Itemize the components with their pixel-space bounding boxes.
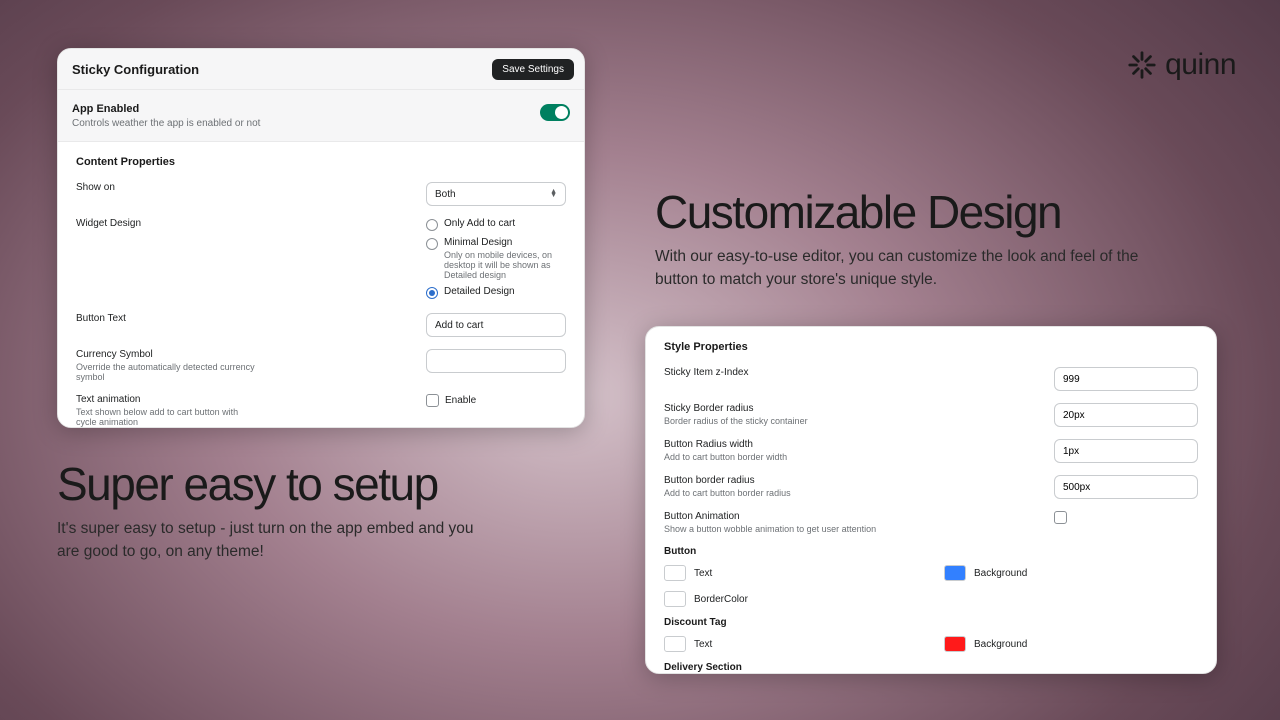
text-animation-checkbox[interactable] <box>426 394 439 407</box>
sticky-configuration-panel: Sticky Configuration Save Settings App E… <box>57 48 585 428</box>
content-properties-section: Content Properties Show on Both ▲▼ Widge… <box>58 142 584 428</box>
show-on-row: Show on Both ▲▼ <box>76 182 566 206</box>
text-animation-desc: Text shown below add to cart button with… <box>76 407 256 427</box>
currency-symbol-desc: Override the automatically detected curr… <box>76 362 256 382</box>
style-properties-panel: Style Properties Sticky Item z-Index Sti… <box>645 326 1217 674</box>
button-radius-width-desc: Add to cart button border width <box>664 452 914 462</box>
button-radius-width-row: Button Radius width Add to cart button b… <box>664 439 1198 463</box>
marketing-right-title: Customizable Design <box>655 188 1185 236</box>
discount-background-color-swatch[interactable] <box>944 636 966 652</box>
discount-background-color-label: Background <box>974 639 1027 650</box>
widget-design-label: Widget Design <box>76 218 266 229</box>
button-border-color-label: BorderColor <box>694 594 748 605</box>
zindex-label: Sticky Item z-Index <box>664 367 914 378</box>
text-animation-enable-label: Enable <box>445 395 476 406</box>
button-text-label: Button Text <box>76 313 266 324</box>
radio-only-add-to-cart[interactable]: Only Add to cart <box>426 218 566 231</box>
text-animation-label: Text animation <box>76 394 266 405</box>
zindex-input[interactable] <box>1054 367 1198 391</box>
button-text-row: Button Text <box>76 313 566 337</box>
sticky-border-radius-desc: Border radius of the sticky container <box>664 416 914 426</box>
marketing-left-title: Super easy to setup <box>57 460 487 508</box>
button-border-radius-row: Button border radius Add to cart button … <box>664 475 1198 499</box>
widget-design-radio-group: Only Add to cart Minimal Design Only on … <box>426 218 566 299</box>
button-border-radius-input[interactable] <box>1054 475 1198 499</box>
radio-icon <box>426 219 438 231</box>
button-text-color-swatch[interactable] <box>664 565 686 581</box>
button-text-input[interactable] <box>426 313 566 337</box>
app-enabled-desc: Controls weather the app is enabled or n… <box>72 118 570 129</box>
currency-symbol-label: Currency Symbol <box>76 349 266 360</box>
button-animation-checkbox[interactable] <box>1054 511 1067 524</box>
radio-icon <box>426 287 438 299</box>
sticky-border-radius-input[interactable] <box>1054 403 1198 427</box>
panel-header: Sticky Configuration Save Settings <box>58 49 584 90</box>
widget-design-row: Widget Design Only Add to cart Minimal D… <box>76 218 566 299</box>
marketing-right-body: With our easy-to-use editor, you can cus… <box>655 246 1185 291</box>
radio-icon <box>426 238 438 250</box>
brand-name: quinn <box>1165 48 1236 82</box>
button-colors-line-2: BorderColor <box>664 591 1198 607</box>
button-border-color-swatch[interactable] <box>664 591 686 607</box>
brand-logo: quinn <box>1127 48 1236 82</box>
delivery-section-title: Delivery Section <box>664 662 1198 673</box>
button-border-radius-desc: Add to cart button border radius <box>664 488 914 498</box>
discount-colors-line: Text Background <box>664 636 1198 652</box>
radio-minimal-design[interactable]: Minimal Design Only on mobile devices, o… <box>426 237 566 280</box>
currency-symbol-input[interactable] <box>426 349 566 373</box>
discount-text-color-label: Text <box>694 639 712 650</box>
marketing-right: Customizable Design With our easy-to-use… <box>655 188 1185 291</box>
button-radius-width-label: Button Radius width <box>664 439 914 450</box>
radio-detailed-design[interactable]: Detailed Design <box>426 286 566 299</box>
style-properties-title: Style Properties <box>664 341 1198 353</box>
show-on-select[interactable]: Both ▲▼ <box>426 182 566 206</box>
marketing-left-body: It's super easy to setup - just turn on … <box>57 518 487 563</box>
zindex-row: Sticky Item z-Index <box>664 367 1198 391</box>
currency-symbol-row: Currency Symbol Override the automatical… <box>76 349 566 382</box>
button-radius-width-input[interactable] <box>1054 439 1198 463</box>
chevron-updown-icon: ▲▼ <box>550 190 557 198</box>
sticky-border-radius-label: Sticky Border radius <box>664 403 914 414</box>
text-animation-row: Text animation Text shown below add to c… <box>76 394 566 427</box>
button-section-title: Button <box>664 546 1198 557</box>
sticky-border-radius-row: Sticky Border radius Border radius of th… <box>664 403 1198 427</box>
app-enabled-title: App Enabled <box>72 103 570 115</box>
content-properties-title: Content Properties <box>76 156 566 168</box>
button-animation-desc: Show a button wobble animation to get us… <box>664 524 914 534</box>
marketing-left: Super easy to setup It's super easy to s… <box>57 460 487 563</box>
button-colors-line-1: Text Background <box>664 565 1198 581</box>
button-background-color-swatch[interactable] <box>944 565 966 581</box>
show-on-value: Both <box>435 189 456 200</box>
button-animation-label: Button Animation <box>664 511 914 522</box>
quinn-glyph-icon <box>1127 50 1157 80</box>
save-settings-button[interactable]: Save Settings <box>492 59 574 80</box>
app-enabled-toggle[interactable] <box>540 104 570 121</box>
button-background-color-label: Background <box>974 568 1027 579</box>
button-border-radius-label: Button border radius <box>664 475 914 486</box>
button-text-color-label: Text <box>694 568 712 579</box>
discount-text-color-swatch[interactable] <box>664 636 686 652</box>
button-animation-row: Button Animation Show a button wobble an… <box>664 511 1198 534</box>
discount-section-title: Discount Tag <box>664 617 1198 628</box>
show-on-label: Show on <box>76 182 266 193</box>
app-enabled-row: App Enabled Controls weather the app is … <box>58 90 584 142</box>
